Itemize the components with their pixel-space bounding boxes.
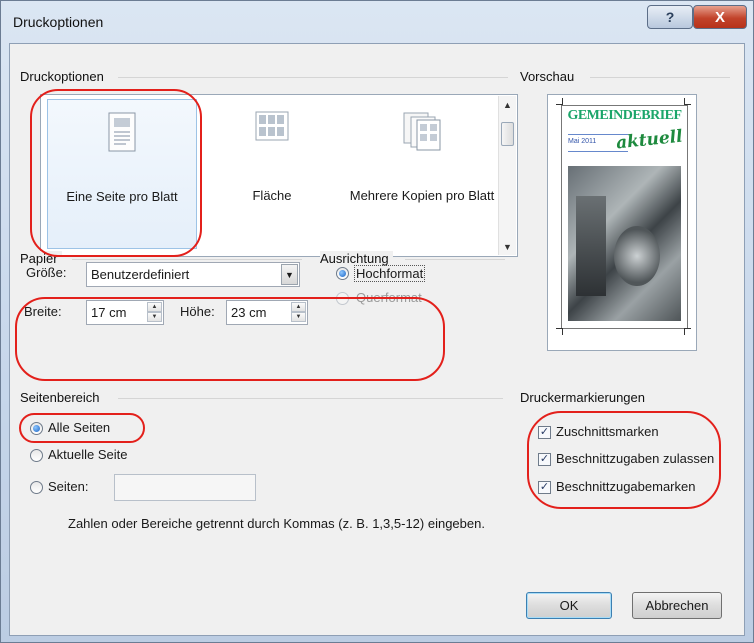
close-button[interactable]: X: [693, 5, 747, 29]
paper-size-value: Benutzerdefiniert: [91, 267, 190, 282]
portrait-label[interactable]: Hochformat: [354, 265, 426, 282]
scroll-thumb[interactable]: [501, 122, 514, 146]
crop-marks-checkbox[interactable]: ✓: [538, 426, 551, 439]
layout-option-label: Fläche: [252, 188, 292, 203]
width-spinner[interactable]: 17 cm ▲ ▼: [86, 300, 164, 325]
layout-option-single-page[interactable]: Eine Seite pro Blatt: [47, 99, 197, 249]
pages-label[interactable]: Seiten:: [48, 479, 88, 494]
layout-option-multiple-copies[interactable]: Mehrere Kopien pro Blatt: [347, 99, 497, 249]
allow-bleed-label[interactable]: Beschnittzugaben zulassen: [556, 451, 714, 466]
preview-headline: GEMEINDEBRIEF: [567, 108, 682, 123]
scroll-down-icon[interactable]: ▼: [499, 238, 516, 255]
bleed-marks-checkbox[interactable]: ✓: [538, 481, 551, 494]
dialog-client-area: Druckoptionen Eine Seite pro Blatt Fläch…: [9, 43, 745, 636]
all-pages-radio[interactable]: [30, 422, 43, 435]
height-value: 23 cm: [231, 305, 267, 320]
layout-option-label: Eine Seite pro Blatt: [66, 189, 178, 204]
preview-page: GEMEINDEBRIEF Mai 2011 aktuell: [561, 105, 688, 329]
portrait-radio[interactable]: [336, 267, 349, 280]
allow-bleed-checkbox[interactable]: ✓: [538, 453, 551, 466]
pages-input[interactable]: [114, 474, 256, 501]
spin-down-icon[interactable]: ▼: [147, 312, 162, 322]
page-range-hint: Zahlen oder Bereiche getrennt durch Komm…: [68, 516, 485, 531]
ok-button[interactable]: OK: [526, 592, 612, 619]
printer-marks-group-label: Druckermarkierungen: [520, 390, 649, 405]
window-title: Druckoptionen: [13, 14, 104, 30]
close-icon: X: [714, 8, 725, 26]
scroll-up-icon[interactable]: ▲: [499, 96, 516, 113]
all-pages-label[interactable]: Alle Seiten: [48, 420, 110, 435]
layout-options-list[interactable]: Eine Seite pro Blatt Fläche Mehrere Kopi…: [40, 94, 518, 257]
crop-marks-label[interactable]: Zuschnittsmarken: [556, 424, 659, 439]
height-spinner[interactable]: 23 cm ▲ ▼: [226, 300, 308, 325]
preview-panel: GEMEINDEBRIEF Mai 2011 aktuell: [547, 94, 697, 351]
height-label: Höhe:: [180, 304, 215, 319]
landscape-radio: [336, 292, 349, 305]
multiple-copies-icon: [402, 111, 442, 154]
title-bar[interactable]: Druckoptionen ? X: [1, 1, 753, 39]
landscape-label: Querformat: [356, 290, 422, 305]
preview-date: Mai 2011: [568, 138, 597, 145]
layout-option-label: Mehrere Kopien pro Blatt: [349, 188, 495, 203]
help-icon: ?: [665, 9, 675, 25]
preview-photo: [568, 166, 681, 321]
preview-subline: aktuell: [615, 126, 684, 154]
tiled-pages-icon: [255, 111, 289, 144]
spin-up-icon[interactable]: ▲: [291, 302, 306, 312]
pages-radio[interactable]: [30, 481, 43, 494]
size-label: Größe:: [26, 265, 67, 280]
spin-down-icon[interactable]: ▼: [291, 312, 306, 322]
layout-group-label: Druckoptionen: [20, 69, 108, 84]
print-options-dialog: Druckoptionen ? X Druckoptionen Eine Sei…: [0, 0, 754, 643]
current-page-radio[interactable]: [30, 449, 43, 462]
width-value: 17 cm: [91, 305, 127, 320]
layout-option-tiled[interactable]: Fläche: [197, 99, 347, 249]
bleed-marks-label[interactable]: Beschnittzugabemarken: [556, 479, 695, 494]
help-button[interactable]: ?: [647, 5, 693, 29]
spin-up-icon[interactable]: ▲: [147, 302, 162, 312]
page-range-group-label: Seitenbereich: [20, 390, 104, 405]
current-page-label[interactable]: Aktuelle Seite: [48, 447, 128, 462]
paper-size-dropdown[interactable]: Benutzerdefiniert ▼: [86, 262, 300, 287]
cancel-button[interactable]: Abbrechen: [632, 592, 722, 619]
paper-group-label: Papier: [20, 251, 62, 266]
chevron-down-icon[interactable]: ▼: [281, 264, 298, 285]
single-page-icon: [108, 112, 136, 155]
layout-scrollbar[interactable]: ▲ ▼: [498, 96, 516, 255]
orientation-group-label: Ausrichtung: [320, 251, 393, 266]
width-label: Breite:: [24, 304, 62, 319]
preview-label: Vorschau: [520, 69, 579, 84]
